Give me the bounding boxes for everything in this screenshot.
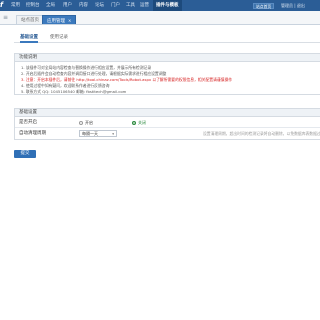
tips-list: 1. 该插件可对全局站内容检查与替换操作进行相应设置，并展示所有检测记录 2. … [15, 62, 320, 97]
nav-item-plugins-templates[interactable]: 插件与模板 [153, 0, 182, 11]
tip-line: 5. 联系方式 QQ: 1045106540 邮箱: fbstitech@gma… [21, 89, 127, 94]
logo: f [0, 1, 4, 9]
nav-item-portal[interactable]: 门户 [111, 0, 120, 11]
radio-label: 关闭 [138, 120, 146, 125]
settings-title: 基础设置 [15, 109, 320, 117]
cleanup-hint: 设置清理周期，超出时间的检测记录将自动删除，以免数据库表数据过多 [203, 131, 320, 136]
submit-button[interactable]: 提交 [14, 150, 36, 158]
tab-label: 站点首页 [21, 18, 39, 23]
nav-item-operations[interactable]: 运营 [140, 0, 149, 11]
tab-usage-records[interactable]: 使用记录 [50, 33, 68, 43]
nav-item-console[interactable]: 控制台 [26, 0, 40, 11]
enable-label: 是否开启 [19, 120, 37, 125]
enable-radio-off[interactable]: 关闭 [132, 120, 146, 125]
tab-label: 应用管理 [47, 19, 65, 24]
menu-icon[interactable]: ≡ [3, 14, 11, 22]
tips-panel: 功能说明 1. 该插件可对全局站内容检查与替换操作进行相应设置，并展示所有检测记… [14, 53, 320, 95]
site-home-button[interactable]: 站点首页 [253, 3, 275, 9]
tips-title: 功能说明 [15, 54, 320, 62]
tab-basic-settings[interactable]: 基础设置 [20, 33, 38, 43]
setting-row-cleanup: 自动清理周期 每隔一天 ▾ 设置清理周期，超出时间的检测记录将自动删除，以免数据… [15, 128, 320, 139]
nav-item-users[interactable]: 用户 [63, 0, 72, 11]
nav-item-global[interactable]: 全局 [46, 0, 55, 11]
close-icon[interactable]: × [68, 18, 71, 23]
page-tab-strip: ≡ 站点首页 应用管理 × [0, 11, 320, 25]
nav-item-forum[interactable]: 论坛 [95, 0, 104, 11]
tab-app-management[interactable]: 应用管理 × [42, 15, 77, 24]
top-nav-bar: f 常用 控制台 全局 用户 内容 论坛 门户 工具 运营 插件与模板 站点首页… [0, 0, 320, 11]
cleanup-label: 自动清理周期 [19, 131, 46, 136]
select-value: 每隔一天 [82, 131, 98, 136]
radio-dot [132, 121, 136, 125]
enable-radio-on[interactable]: 开启 [79, 120, 93, 125]
cleanup-period-select[interactable]: 每隔一天 ▾ [79, 130, 117, 137]
nav-item-common[interactable]: 常用 [11, 0, 20, 11]
tab-site-home[interactable]: 站点首页 [16, 15, 44, 24]
nav-item-content[interactable]: 内容 [79, 0, 88, 11]
settings-panel: 基础设置 是否开启 开启 关闭 自动清理周期 每隔一天 ▾ 设置清理周期，超出时… [14, 108, 320, 140]
setting-row-enable: 是否开启 开启 关闭 [15, 117, 320, 128]
sub-tab-bar: 基础设置 使用记录 [14, 33, 320, 43]
admin-user-menu[interactable]: 管理员 | 退出 [281, 0, 305, 11]
nav-item-tools[interactable]: 工具 [126, 0, 135, 11]
radio-dot [79, 121, 83, 125]
radio-label: 开启 [85, 120, 93, 125]
chevron-down-icon: ▾ [112, 132, 114, 136]
